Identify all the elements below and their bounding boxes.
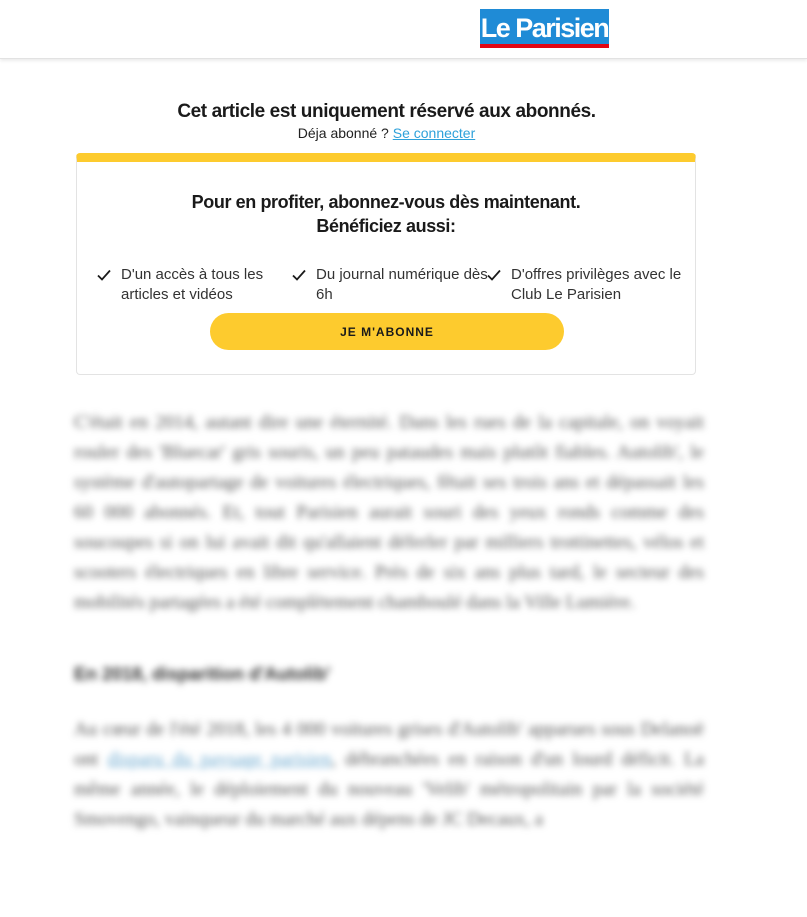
benefit-item: Du journal numérique dès 6h bbox=[292, 265, 491, 305]
benefit-item: D'un accès à tous les articles et vidéos bbox=[97, 265, 296, 305]
logo-underline bbox=[480, 44, 609, 48]
blurred-article: C'était en 2014, autant dire une éternit… bbox=[74, 408, 704, 835]
article-paragraph: C'était en 2014, autant dire une éternit… bbox=[74, 412, 704, 613]
subscription-card: Pour en profiter, abonnez-vous dès maint… bbox=[76, 153, 696, 375]
article-paragraph: Au cœur de l'été 2018, les 4 000 voiture… bbox=[74, 715, 704, 835]
article-subheading: En 2018, disparition d'Autolib' bbox=[74, 664, 331, 684]
benefit-text: D'offres privilèges avec le Club Le Pari… bbox=[511, 266, 682, 303]
check-icon bbox=[487, 269, 501, 281]
benefit-text: D'un accès à tous les articles et vidéos bbox=[121, 266, 264, 303]
benefit-text: Du journal numérique dès 6h bbox=[316, 266, 488, 303]
site-header: Le Parisien bbox=[0, 0, 807, 59]
check-icon bbox=[97, 269, 111, 281]
login-prompt: Déja abonné ? Se connecter bbox=[0, 125, 773, 141]
le-parisien-logo[interactable]: Le Parisien bbox=[480, 9, 610, 48]
card-title-line2: Bénéficiez aussi: bbox=[316, 216, 456, 236]
card-title: Pour en profiter, abonnez-vous dès maint… bbox=[77, 190, 695, 238]
benefit-item: D'offres privilèges avec le Club Le Pari… bbox=[487, 265, 686, 305]
subscribe-button[interactable]: JE M'ABONNE bbox=[210, 313, 564, 350]
check-icon bbox=[292, 269, 306, 281]
already-subscriber-text: Déja abonné ? bbox=[297, 125, 389, 141]
logo-text: Le Parisien bbox=[480, 13, 610, 43]
article-link[interactable]: disparu du paysage parisien bbox=[107, 749, 331, 770]
login-link[interactable]: Se connecter bbox=[393, 125, 476, 141]
card-title-line1: Pour en profiter, abonnez-vous dès maint… bbox=[191, 192, 581, 212]
paywall-title: Cet article est uniquement réservé aux a… bbox=[177, 101, 596, 122]
